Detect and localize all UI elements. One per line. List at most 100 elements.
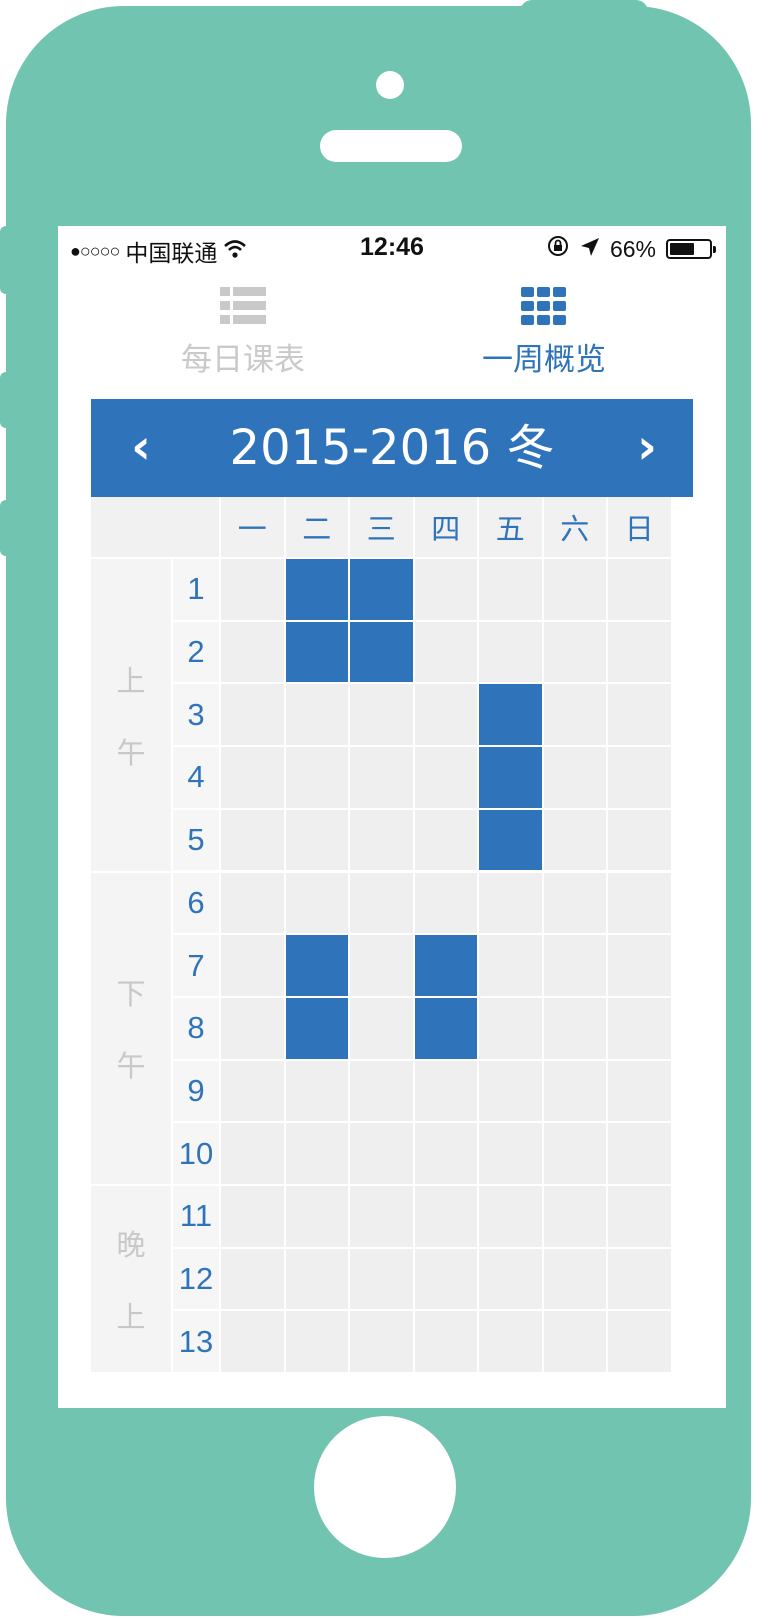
- period-label-char: 午: [116, 735, 146, 770]
- day-header: 四: [414, 497, 477, 557]
- empty-slot: [350, 747, 413, 808]
- empty-slot: [350, 997, 413, 1059]
- empty-slot: [608, 1060, 671, 1122]
- period-label: 下午: [91, 872, 171, 1184]
- class-block[interactable]: [350, 621, 413, 683]
- empty-slot: [350, 935, 413, 996]
- empty-slot: [221, 872, 284, 934]
- empty-slot: [414, 1060, 477, 1122]
- battery-percent: 66%: [609, 235, 656, 262]
- empty-slot: [350, 809, 413, 871]
- empty-slot: [479, 1060, 542, 1122]
- rotation-lock-icon: [546, 234, 570, 264]
- empty-slot: [479, 1248, 542, 1310]
- empty-slot: [221, 997, 284, 1059]
- empty-slot: [221, 1311, 284, 1373]
- empty-slot: [221, 684, 284, 746]
- class-block[interactable]: [285, 559, 348, 620]
- day-header: 日: [608, 497, 671, 557]
- period-number: 1: [173, 559, 219, 620]
- header-corner: [91, 497, 219, 557]
- day-header: 六: [543, 497, 606, 557]
- empty-slot: [221, 1060, 284, 1122]
- class-block[interactable]: [414, 935, 477, 996]
- empty-slot: [221, 935, 284, 996]
- empty-slot: [350, 1060, 413, 1122]
- empty-slot: [350, 1311, 413, 1373]
- empty-slot: [608, 1248, 671, 1310]
- period-number: 4: [173, 747, 219, 808]
- term-header: ‹ 2015-2016 冬 ›: [91, 399, 693, 497]
- period-label-char: 午: [116, 1049, 146, 1084]
- front-camera: [376, 71, 404, 99]
- empty-slot: [543, 747, 606, 808]
- period-number: 13: [173, 1311, 219, 1373]
- empty-slot: [608, 684, 671, 746]
- period-number: 8: [173, 997, 219, 1059]
- period-number: 7: [173, 935, 219, 996]
- empty-slot: [479, 1123, 542, 1184]
- class-block[interactable]: [285, 621, 348, 683]
- next-term-button[interactable]: ›: [617, 417, 677, 477]
- battery-fill: [670, 243, 695, 255]
- empty-slot: [543, 559, 606, 620]
- empty-slot: [285, 684, 348, 746]
- earpiece-speaker: [320, 130, 462, 162]
- period-label-char: 晚: [116, 1228, 146, 1263]
- empty-slot: [608, 621, 671, 683]
- period-label: 晚上: [91, 1186, 171, 1373]
- empty-slot: [414, 747, 477, 808]
- empty-slot: [221, 1123, 284, 1184]
- empty-slot: [608, 997, 671, 1059]
- period-number: 5: [173, 809, 219, 871]
- empty-slot: [479, 1186, 542, 1247]
- tab-week-label: 一周概览: [482, 342, 606, 378]
- class-block[interactable]: [414, 997, 477, 1059]
- empty-slot: [221, 559, 284, 620]
- period-number: 6: [173, 872, 219, 934]
- period-number: 11: [173, 1186, 219, 1247]
- empty-slot: [608, 1123, 671, 1184]
- empty-slot: [414, 1311, 477, 1373]
- period-label-char: 上: [116, 1300, 146, 1335]
- home-button[interactable]: [314, 1416, 456, 1558]
- grid-icon: [521, 287, 567, 329]
- class-block[interactable]: [479, 684, 542, 746]
- empty-slot: [221, 747, 284, 808]
- empty-slot: [285, 1186, 348, 1247]
- day-header: 三: [350, 497, 413, 557]
- location-arrow-icon: [580, 236, 600, 263]
- empty-slot: [608, 809, 671, 871]
- empty-slot: [479, 997, 542, 1059]
- empty-slot: [285, 1060, 348, 1122]
- empty-slot: [543, 872, 606, 934]
- class-block[interactable]: [350, 559, 413, 620]
- empty-slot: [543, 1060, 606, 1122]
- period-number: 12: [173, 1248, 219, 1310]
- empty-slot: [350, 1123, 413, 1184]
- battery-icon: [666, 239, 716, 259]
- empty-slot: [285, 872, 348, 934]
- empty-slot: [285, 1248, 348, 1310]
- class-block[interactable]: [479, 747, 542, 808]
- empty-slot: [285, 747, 348, 808]
- empty-slot: [608, 1311, 671, 1373]
- class-block[interactable]: [285, 997, 348, 1059]
- empty-slot: [414, 1248, 477, 1310]
- empty-slot: [414, 621, 477, 683]
- empty-slot: [350, 1186, 413, 1247]
- tab-daily-schedule[interactable]: 每日课表: [143, 286, 343, 379]
- period-number: 3: [173, 684, 219, 746]
- period-number: 9: [173, 1060, 219, 1122]
- empty-slot: [414, 684, 477, 746]
- class-block[interactable]: [285, 935, 348, 996]
- empty-slot: [350, 684, 413, 746]
- day-header: 一: [221, 497, 284, 557]
- period-label: 上午: [91, 559, 171, 871]
- class-block[interactable]: [479, 809, 542, 871]
- empty-slot: [350, 1248, 413, 1310]
- empty-slot: [543, 935, 606, 996]
- empty-slot: [543, 1248, 606, 1310]
- empty-slot: [221, 1248, 284, 1310]
- tab-week-overview[interactable]: 一周概览: [444, 286, 644, 379]
